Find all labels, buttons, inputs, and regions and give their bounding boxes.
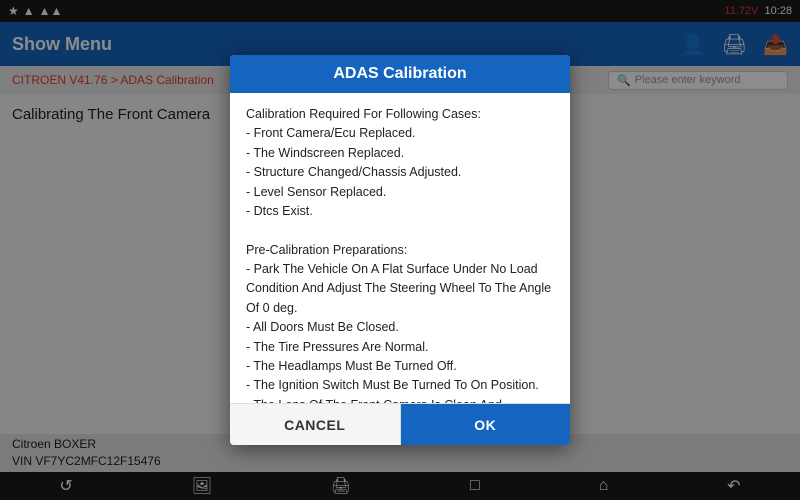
ok-button[interactable]: OK bbox=[401, 404, 571, 445]
modal-footer: CANCEL OK bbox=[230, 403, 570, 445]
modal-body: Calibration Required For Following Cases… bbox=[230, 93, 570, 403]
modal-overlay: ADAS Calibration Calibration Required Fo… bbox=[0, 0, 800, 500]
modal-header: ADAS Calibration bbox=[230, 55, 570, 93]
modal-dialog: ADAS Calibration Calibration Required Fo… bbox=[230, 55, 570, 445]
cancel-button[interactable]: CANCEL bbox=[230, 404, 401, 445]
